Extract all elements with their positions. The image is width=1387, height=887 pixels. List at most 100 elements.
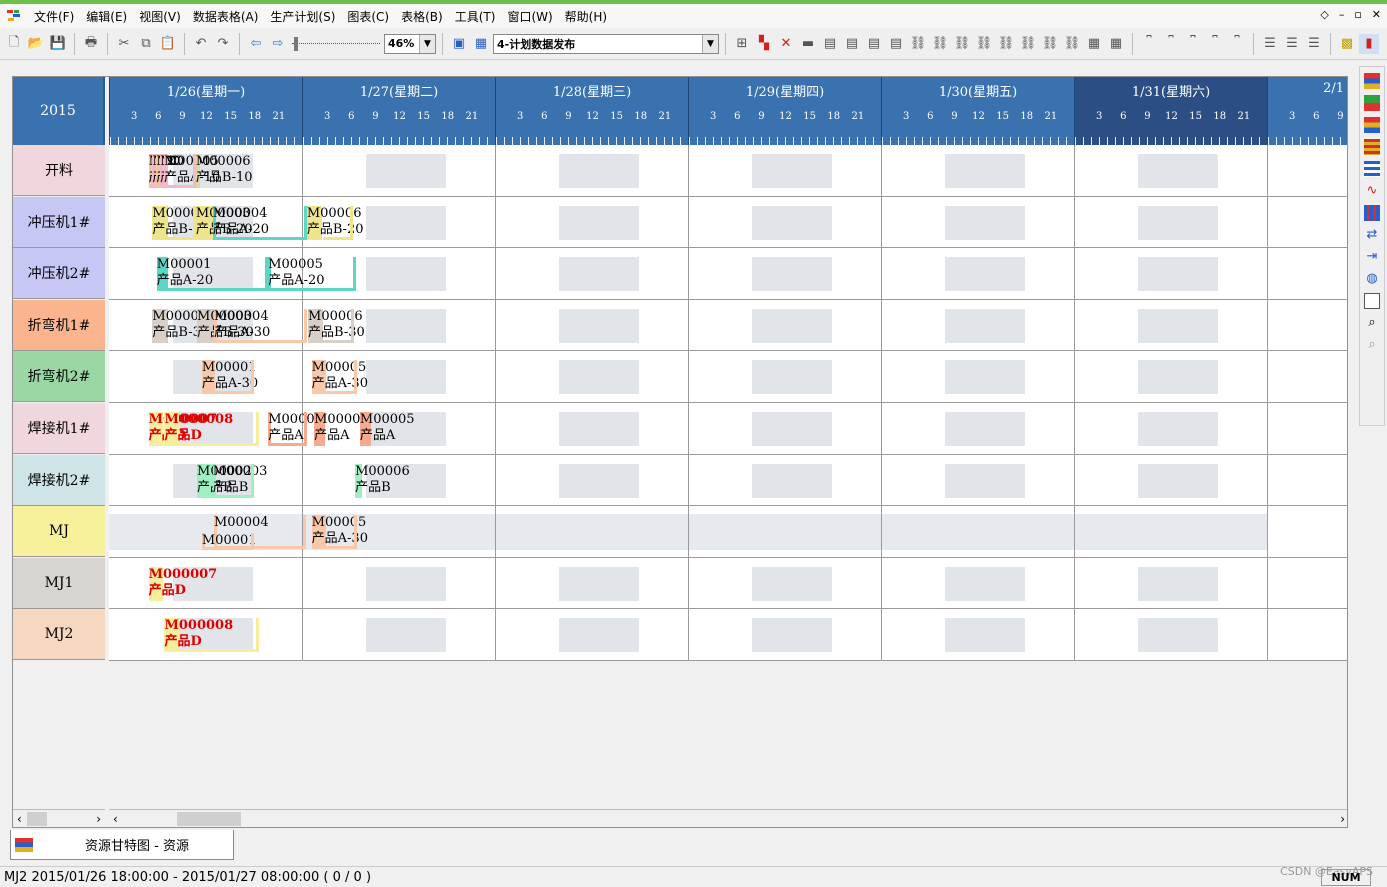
cut-icon[interactable]: ✂ bbox=[114, 34, 134, 54]
color-mark-icon[interactable]: ▚ bbox=[754, 34, 774, 54]
scroll-thumb[interactable] bbox=[177, 812, 241, 826]
menu-item[interactable]: 表格(B) bbox=[395, 8, 449, 25]
bar-icon[interactable]: ▤ bbox=[864, 34, 884, 54]
task-bar[interactable]: M00002产品B-20 bbox=[152, 205, 209, 240]
task-bar[interactable]: M00004 产品A bbox=[314, 412, 369, 446]
scroll-thumb[interactable] bbox=[27, 812, 47, 826]
grid-icon[interactable]: ▦ bbox=[1106, 34, 1126, 54]
resource-row-label[interactable]: MJ1 bbox=[13, 557, 105, 609]
menu-item[interactable]: 窗口(W) bbox=[501, 8, 558, 25]
resource-row-label[interactable]: 冲压机1# bbox=[13, 196, 105, 248]
layout-icon[interactable]: ☰ bbox=[1260, 34, 1280, 54]
copy-icon[interactable]: ⧉ bbox=[136, 34, 156, 54]
align-icon[interactable]: ⎴ bbox=[1139, 34, 1159, 54]
zoom-in-icon[interactable]: ⌕ bbox=[1364, 337, 1380, 353]
gantt-view-icon[interactable] bbox=[1364, 73, 1380, 89]
link-icon[interactable]: ⛓ bbox=[996, 34, 1016, 54]
resource-row-label[interactable]: 焊接机1# bbox=[13, 403, 105, 454]
open-folder-icon[interactable]: 📂 bbox=[26, 34, 46, 54]
forward-arrow-icon[interactable]: ⇨ bbox=[268, 34, 288, 54]
chart-icon[interactable]: ▮ bbox=[1359, 33, 1379, 54]
scroll-right-icon[interactable]: › bbox=[1340, 812, 1345, 826]
task-bar[interactable]: M00005 产品A-20 bbox=[268, 257, 325, 292]
zoom-combo[interactable]: 46% ▼ bbox=[384, 33, 436, 54]
task-bar[interactable]: M000008产品D bbox=[164, 412, 233, 446]
load-view-icon[interactable] bbox=[1364, 139, 1380, 155]
plan-combo[interactable]: 4-计划数据发布 ▼ bbox=[493, 33, 719, 54]
task-bar[interactable]: M00004产品A-30 bbox=[213, 308, 270, 343]
task-bar[interactable]: M00002产品B-30 bbox=[152, 308, 209, 343]
line-chart-icon[interactable]: ∿ bbox=[1364, 183, 1380, 199]
grid-icon[interactable]: ▦ bbox=[1084, 34, 1104, 54]
paste-icon[interactable]: 📋 bbox=[158, 34, 178, 54]
menu-item[interactable]: 帮助(H) bbox=[559, 8, 613, 25]
schedule-icon[interactable]: ▩ bbox=[1337, 34, 1357, 54]
delete-icon[interactable]: ✕ bbox=[776, 34, 796, 54]
close-icon[interactable]: ✕ bbox=[1372, 8, 1381, 21]
layout-icon[interactable]: ☰ bbox=[1282, 34, 1302, 54]
align-icon[interactable]: ⎴ bbox=[1161, 34, 1181, 54]
bar-icon[interactable]: ▤ bbox=[842, 34, 862, 54]
link-icon[interactable]: ⛓ bbox=[974, 34, 994, 54]
task-bar[interactable]: M00002产品B bbox=[197, 463, 252, 498]
task-bar[interactable]: M00003产品B-20 bbox=[195, 205, 253, 240]
bar-icon[interactable]: ▬ bbox=[798, 34, 818, 54]
list-view-icon[interactable] bbox=[1364, 161, 1380, 177]
chevron-down-icon[interactable]: ▼ bbox=[419, 34, 435, 53]
resource-row-label[interactable]: 冲压机2# bbox=[13, 248, 105, 300]
task-bar[interactable]: M00005产品A-30 bbox=[311, 515, 368, 550]
save-icon[interactable]: 💾 bbox=[48, 34, 68, 54]
task-bar[interactable]: M00005产品A bbox=[359, 412, 415, 446]
resource-row-label[interactable]: 折弯机2# bbox=[13, 351, 105, 403]
task-bar[interactable]: M000008产品D bbox=[164, 618, 233, 653]
undo-icon[interactable]: ↶ bbox=[191, 34, 211, 54]
plan-icon[interactable]: ▦ bbox=[471, 34, 491, 54]
tab-resource-gantt[interactable]: 资源甘特图 - 资源 bbox=[10, 830, 234, 860]
menu-item[interactable]: 图表(C) bbox=[341, 8, 395, 25]
resource-row-label[interactable]: 焊接机2# bbox=[13, 454, 105, 506]
order-view-icon[interactable] bbox=[1364, 117, 1380, 133]
menu-item[interactable]: 工具(T) bbox=[449, 8, 502, 25]
align-icon[interactable]: ⎴ bbox=[1227, 34, 1247, 54]
link-icon[interactable]: ⛓ bbox=[952, 34, 972, 54]
restore-icon[interactable]: ▫ bbox=[1354, 8, 1361, 21]
task-bar[interactable]: M00005产品A-10 bbox=[164, 154, 220, 188]
menu-item[interactable]: 文件(F) bbox=[28, 8, 80, 25]
task-bar[interactable]: M00005产品A-30 bbox=[311, 360, 368, 395]
zoom-slider[interactable] bbox=[290, 34, 382, 54]
globe-icon[interactable]: ◍ bbox=[1364, 271, 1380, 287]
task-bar[interactable]: M00006 产品B-30 bbox=[308, 308, 365, 343]
resource-view-icon[interactable] bbox=[1364, 95, 1380, 111]
task-bar[interactable]: M00003产品B bbox=[212, 463, 267, 498]
resource-row-label[interactable]: 折弯机1# bbox=[13, 299, 105, 351]
help-icon[interactable]: ◇ bbox=[1320, 8, 1328, 21]
chevron-down-icon[interactable]: ▼ bbox=[702, 34, 718, 53]
task-bar[interactable]: M00001 产品A bbox=[268, 412, 323, 446]
menu-item[interactable]: 编辑(E) bbox=[80, 8, 133, 25]
link-icon[interactable]: ⛓ bbox=[1062, 34, 1082, 54]
menu-item[interactable]: 数据表格(A) bbox=[187, 8, 265, 25]
resource-row-label[interactable]: MJ bbox=[13, 506, 105, 558]
bar-icon[interactable]: ▤ bbox=[886, 34, 906, 54]
task-bar[interactable]: M00001产品A-20 bbox=[156, 257, 213, 292]
task-bar[interactable]: M000007产品D bbox=[148, 566, 217, 601]
link-icon[interactable]: ⛓ bbox=[1018, 34, 1038, 54]
left-hscrollbar[interactable]: ‹ › bbox=[13, 809, 105, 827]
print-icon[interactable]: 🖶 bbox=[81, 34, 101, 54]
task-bar[interactable]: M00006 产品B-20 bbox=[306, 205, 364, 240]
link-icon[interactable]: ⛓ bbox=[908, 34, 928, 54]
layout-icon[interactable]: ☰ bbox=[1304, 34, 1324, 54]
align-icon[interactable]: ⎴ bbox=[1205, 34, 1225, 54]
timeline-hscrollbar[interactable]: ‹ › bbox=[109, 809, 1347, 827]
table-view-icon[interactable] bbox=[1364, 205, 1380, 221]
publish-icon[interactable]: ▣ bbox=[449, 34, 469, 54]
calendar-icon[interactable] bbox=[1364, 293, 1380, 309]
link-icon[interactable]: ⛓ bbox=[1040, 34, 1060, 54]
task-bar[interactable]: M00004产品A-20 bbox=[212, 205, 269, 240]
scroll-left-icon[interactable]: ‹ bbox=[17, 812, 22, 826]
task-bar[interactable]: M00003产品B-30 bbox=[197, 308, 254, 343]
task-bar[interactable]: M00006产品B-10 bbox=[195, 154, 253, 188]
resource-row-label[interactable]: MJ2 bbox=[13, 609, 105, 661]
swap-icon[interactable]: ⇄ bbox=[1364, 227, 1380, 243]
task-bar[interactable]: M000007产品D bbox=[148, 412, 217, 446]
